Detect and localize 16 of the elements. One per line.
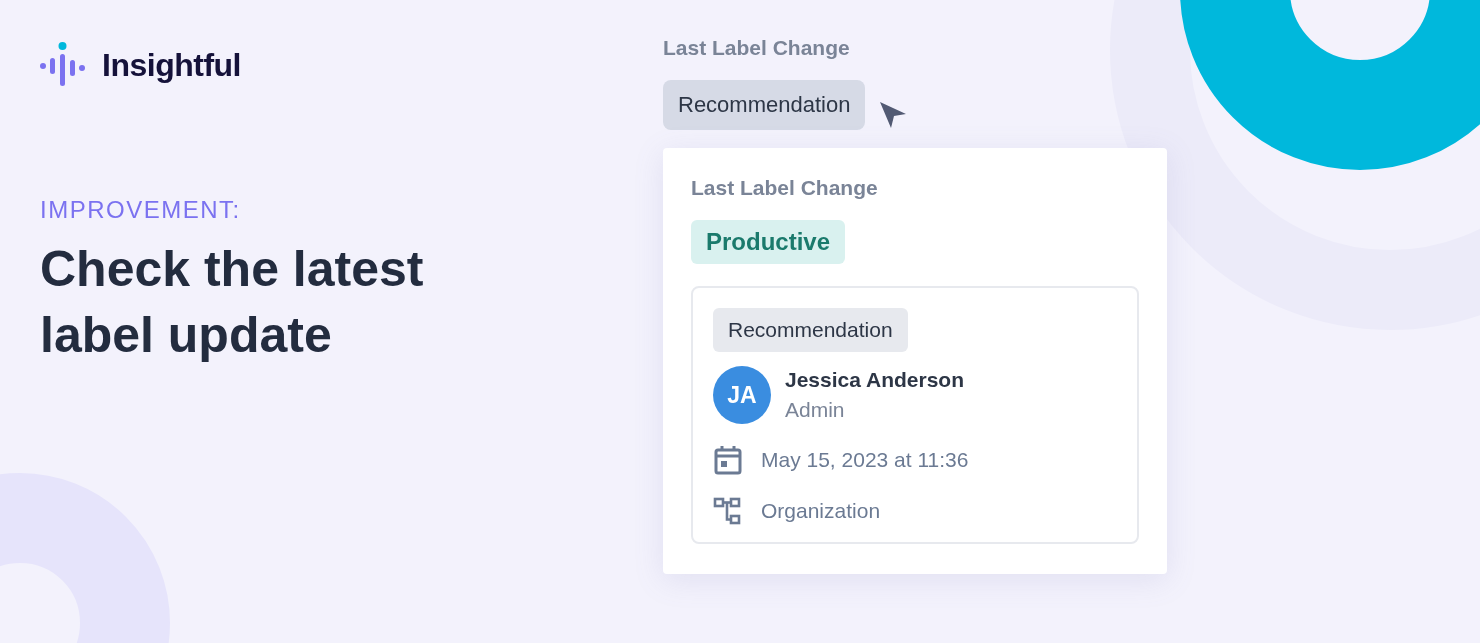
label-chip[interactable]: Recommendation [663, 80, 866, 130]
detail-text: May 15, 2023 at 11:36 [761, 448, 969, 472]
calendar-icon [713, 444, 743, 476]
user-name: Jessica Anderson [785, 368, 964, 392]
headline: Check the latest label update [40, 240, 425, 365]
avatar: JA [713, 366, 771, 424]
logo-text: Insightful [102, 46, 241, 84]
previous-label-chip: Recommendation [713, 308, 908, 352]
popover-label: Last Label Change [691, 176, 878, 200]
field-label: Last Label Change [663, 36, 850, 60]
cursor-icon [879, 101, 908, 129]
user-role: Admin [785, 398, 846, 422]
detail-text: Organization [761, 499, 881, 523]
hierarchy-icon [713, 496, 743, 526]
current-label-chip: Productive [691, 220, 846, 264]
category-tag: IMPROVEMENT: [40, 196, 241, 224]
